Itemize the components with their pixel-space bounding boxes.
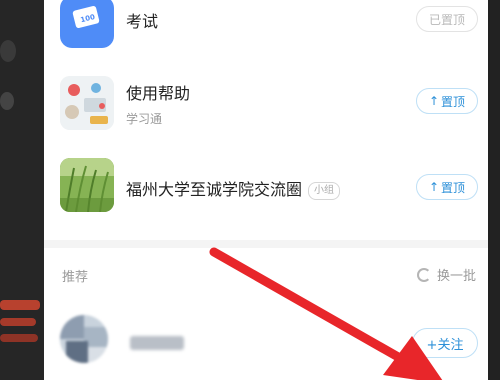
plant-thumbnail bbox=[60, 158, 114, 212]
follow-button[interactable]: +关注 bbox=[412, 328, 478, 358]
list-item[interactable]: 使用帮助 学习通 ↑ 置顶 bbox=[44, 72, 488, 136]
blurred-username bbox=[130, 336, 184, 350]
list-item-title: 福州大学至诚学院交流圈 小组 bbox=[126, 176, 341, 200]
refresh-icon bbox=[416, 267, 431, 282]
help-thumbnail bbox=[60, 76, 114, 130]
pin-button[interactable]: ↑ 置顶 bbox=[416, 88, 478, 114]
list-item-title-text: 福州大学至诚学院交流圈 bbox=[126, 180, 303, 199]
background-blob bbox=[0, 40, 16, 62]
list-item-title: 使用帮助 bbox=[126, 84, 191, 103]
pinned-button-label: 已置顶 bbox=[428, 12, 465, 27]
background-left-strip bbox=[0, 0, 44, 380]
group-tag: 小组 bbox=[308, 182, 341, 200]
background-blob bbox=[0, 318, 36, 326]
recommend-label: 推荐 bbox=[62, 270, 89, 285]
background-blob bbox=[0, 334, 38, 342]
list-item[interactable]: 100 考试 已置顶 bbox=[44, 0, 488, 60]
background-blob bbox=[0, 92, 14, 110]
list-item-title: 考试 bbox=[126, 12, 159, 31]
circle-list-panel: 100 考试 已置顶 使用帮助 学习通 ↑ 置顶 福州大学至诚学院交流圈 小组 … bbox=[44, 0, 488, 380]
list-item[interactable]: 福州大学至诚学院交流圈 小组 ↑ 置顶 bbox=[44, 156, 488, 220]
section-divider bbox=[44, 240, 488, 248]
background-blob bbox=[0, 300, 40, 310]
avatar[interactable] bbox=[60, 315, 108, 363]
arrow-up-icon: ↑ bbox=[428, 180, 440, 194]
arrow-up-icon: ↑ bbox=[428, 94, 440, 108]
exam-app-icon: 100 bbox=[60, 0, 114, 48]
pin-button[interactable]: ↑ 置顶 bbox=[416, 174, 478, 200]
refresh-label: 换一批 bbox=[436, 269, 476, 284]
list-item-subtitle: 学习通 bbox=[126, 112, 163, 126]
refresh-button[interactable]: 换一批 bbox=[416, 265, 476, 284]
pin-button-label: 置顶 bbox=[441, 94, 466, 109]
background-right-strip bbox=[488, 0, 500, 380]
pinned-button[interactable]: 已置顶 bbox=[416, 6, 478, 32]
follow-button-label: +关注 bbox=[426, 337, 464, 353]
pin-button-label: 置顶 bbox=[441, 180, 466, 195]
